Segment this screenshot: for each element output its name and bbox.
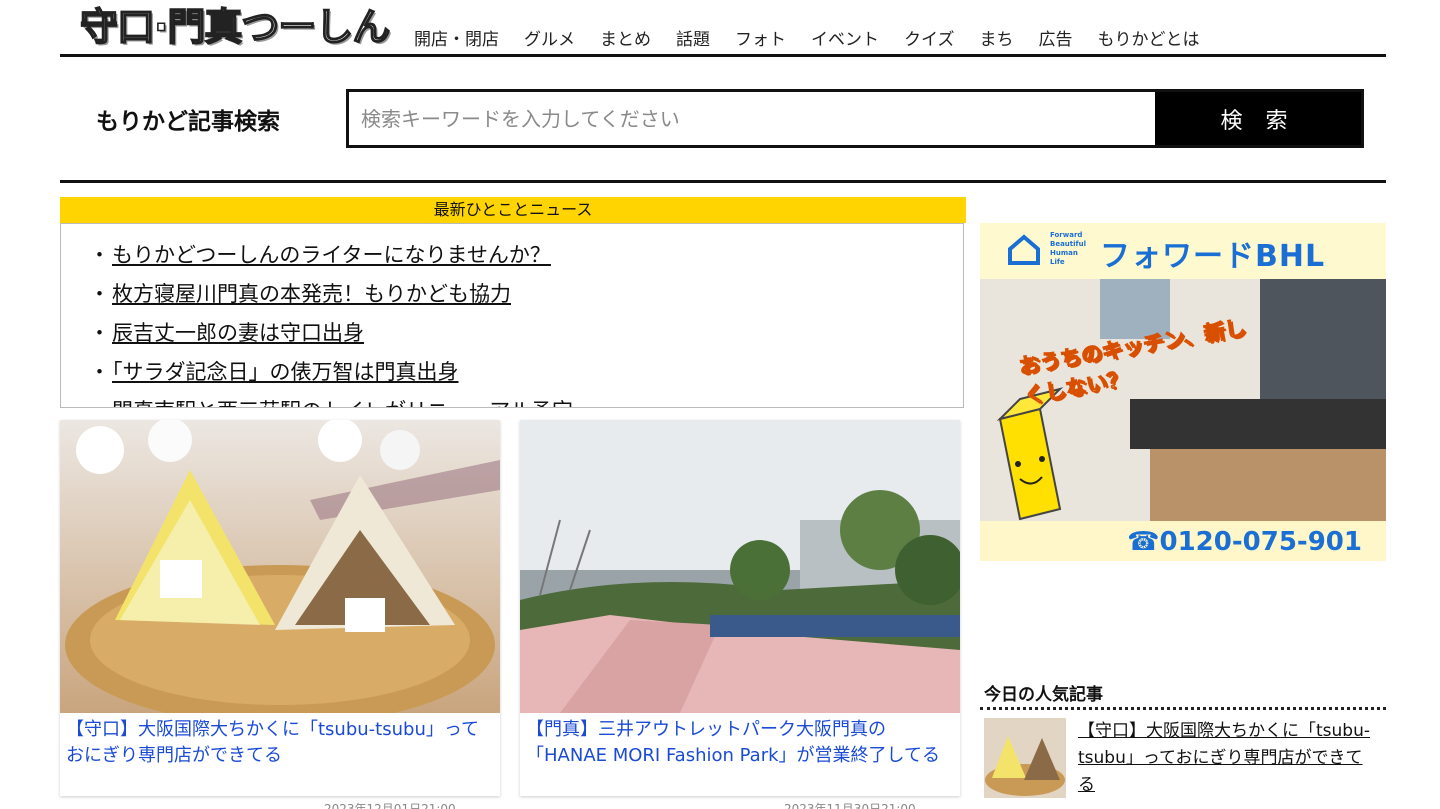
nav-item-topics[interactable]: 話題 (676, 25, 710, 50)
house-icon (1008, 234, 1040, 265)
article-title[interactable]: 【守口】大阪国際大ちかくに「tsubu-tsubu」っておにぎり専門店ができてる (60, 713, 500, 773)
ad-tagline: Forward Beautiful Human Life (1050, 231, 1086, 266)
ad-phone: ☎0120-075-901 (1127, 527, 1362, 557)
nav-item-matome[interactable]: まとめ (600, 25, 651, 50)
search-form: 検 索 (346, 89, 1364, 148)
search-button[interactable]: 検 索 (1155, 92, 1361, 145)
nav-item-event[interactable]: イベント (811, 25, 879, 50)
ad-header: Forward Beautiful Human Life フォワードBHL (980, 223, 1386, 279)
article-thumbnail-onigiri[interactable] (60, 420, 500, 713)
search-input[interactable] (349, 92, 1155, 145)
ad-image-kitchen: おうちのキッチン、新しくしない？ (980, 279, 1386, 521)
news-item: ・もりかどつーしんのライターになりませんか？ (89, 243, 551, 267)
main-nav: 開店・閉店 グルメ まとめ 話題 フォト イベント クイズ まち 広告 もりかど… (414, 25, 1225, 50)
news-item: ・門真南駅と西三荘駅のトイレがリニューアル予定 (89, 392, 963, 407)
news-link[interactable]: 枚方寝屋川門真の本発売！もりかども協力 (112, 282, 511, 306)
nav-item-quiz[interactable]: クイズ (904, 25, 955, 50)
popular-item: 【守口】大阪国際大ちかくに「tsubu-tsubu」っておにぎり専門店ができてる (1078, 718, 1378, 799)
popular-thumbnail[interactable] (984, 718, 1066, 798)
article-title[interactable]: 【門真】三井アウトレットパーク大阪門真の「HANAE MORI Fashion … (520, 713, 960, 773)
popular-heading: 今日の人気記事 (984, 685, 1103, 705)
news-link[interactable]: 「サラダ記念日」の俵万智は門真出身 (112, 360, 459, 384)
popular-link[interactable]: 【守口】大阪国際大ちかくに「tsubu-tsubu」っておにぎり専門店ができてる (1078, 721, 1370, 795)
nav-item-photo[interactable]: フォト (735, 25, 786, 50)
article-card[interactable]: 【門真】三井アウトレットパーク大阪門真の「HANAE MORI Fashion … (520, 420, 960, 796)
news-list[interactable]: ・もりかどつーしんのライターになりませんか？ ・枚方寝屋川門真の本発売！もりかど… (60, 223, 964, 408)
search-label: もりかど記事検索 (96, 109, 280, 135)
site-logo[interactable]: 守口·門真つーしん (79, 0, 391, 51)
article-card[interactable]: 【守口】大阪国際大ちかくに「tsubu-tsubu」っておにぎり専門店ができてる (60, 420, 500, 796)
nav-item-open-close[interactable]: 開店・閉店 (414, 25, 499, 50)
ad-brand: フォワードBHL (1100, 239, 1326, 274)
news-heading: 最新ひとことニュース (60, 197, 966, 223)
ad-banner[interactable]: Forward Beautiful Human Life フォワードBHL おう… (980, 223, 1386, 561)
news-item: ・「サラダ記念日」の俵万智は門真出身 (89, 360, 459, 384)
news-link[interactable]: 門真南駅と西三荘駅のトイレがリニューアル予定 (112, 399, 573, 407)
nav-item-about[interactable]: もりかどとは (1098, 25, 1200, 50)
news-link[interactable]: 辰吉丈一郎の妻は守口出身 (112, 321, 364, 345)
article-date: 2023年11月30日21:00 (784, 802, 916, 809)
article-date: 2023年12月01日21:00 (324, 802, 456, 809)
divider (980, 707, 1386, 710)
article-thumbnail-outlet[interactable] (520, 420, 960, 713)
news-item: ・枚方寝屋川門真の本発売！もりかども協力 (89, 282, 511, 306)
site-header: 守口·門真つーしん 開店・閉店 グルメ まとめ 話題 フォト イベント クイズ … (60, 0, 1386, 57)
news-link[interactable]: もりかどつーしんのライターになりませんか？ (112, 243, 551, 267)
nav-item-town[interactable]: まち (980, 25, 1014, 50)
news-item: ・辰吉丈一郎の妻は守口出身 (89, 321, 364, 345)
divider (60, 180, 1386, 183)
nav-item-ads[interactable]: 広告 (1039, 25, 1073, 50)
nav-item-gourmet[interactable]: グルメ (524, 25, 575, 50)
